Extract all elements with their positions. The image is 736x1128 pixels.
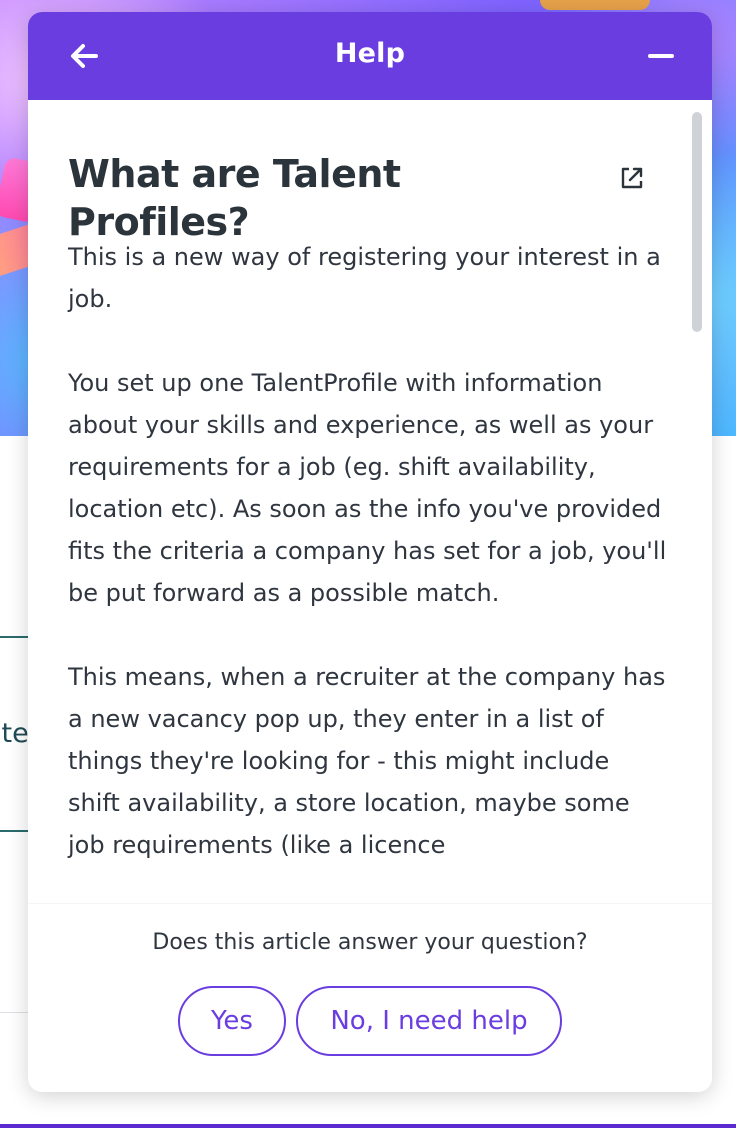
background-decoration [540, 0, 650, 10]
need-help-button[interactable]: No, I need help [296, 986, 562, 1056]
external-link-icon [621, 167, 643, 189]
scrollbar-thumb[interactable] [692, 112, 702, 332]
background-partial-text: ite [0, 718, 29, 749]
background-divider [0, 1012, 30, 1013]
article-paragraph: You set up one TalentProfile with inform… [68, 369, 667, 607]
help-header: Help [28, 12, 712, 100]
article-paragraph: This is a new way of registering your in… [68, 243, 661, 313]
feedback-question: Does this article answer your question? [152, 930, 588, 955]
article-content[interactable]: What are Talent Profiles? This is a new … [28, 100, 712, 904]
minus-icon [648, 54, 674, 58]
article-body: This is a new way of registering your in… [68, 236, 668, 904]
article-title: What are Talent Profiles? [68, 152, 401, 244]
help-title: Help [334, 38, 406, 69]
article-paragraph: This means, when a recruiter at the comp… [68, 663, 666, 859]
yes-button[interactable]: Yes [178, 986, 286, 1056]
feedback-footer: Does this article answer your question? … [28, 904, 712, 1092]
background-divider [0, 636, 30, 638]
minimize-button[interactable] [644, 38, 678, 74]
help-widget: Help What are Talent Profiles? This is a… [28, 12, 712, 1092]
background-bottom-bar [0, 1124, 736, 1128]
open-external-button[interactable] [618, 164, 646, 192]
background-divider [0, 830, 30, 832]
